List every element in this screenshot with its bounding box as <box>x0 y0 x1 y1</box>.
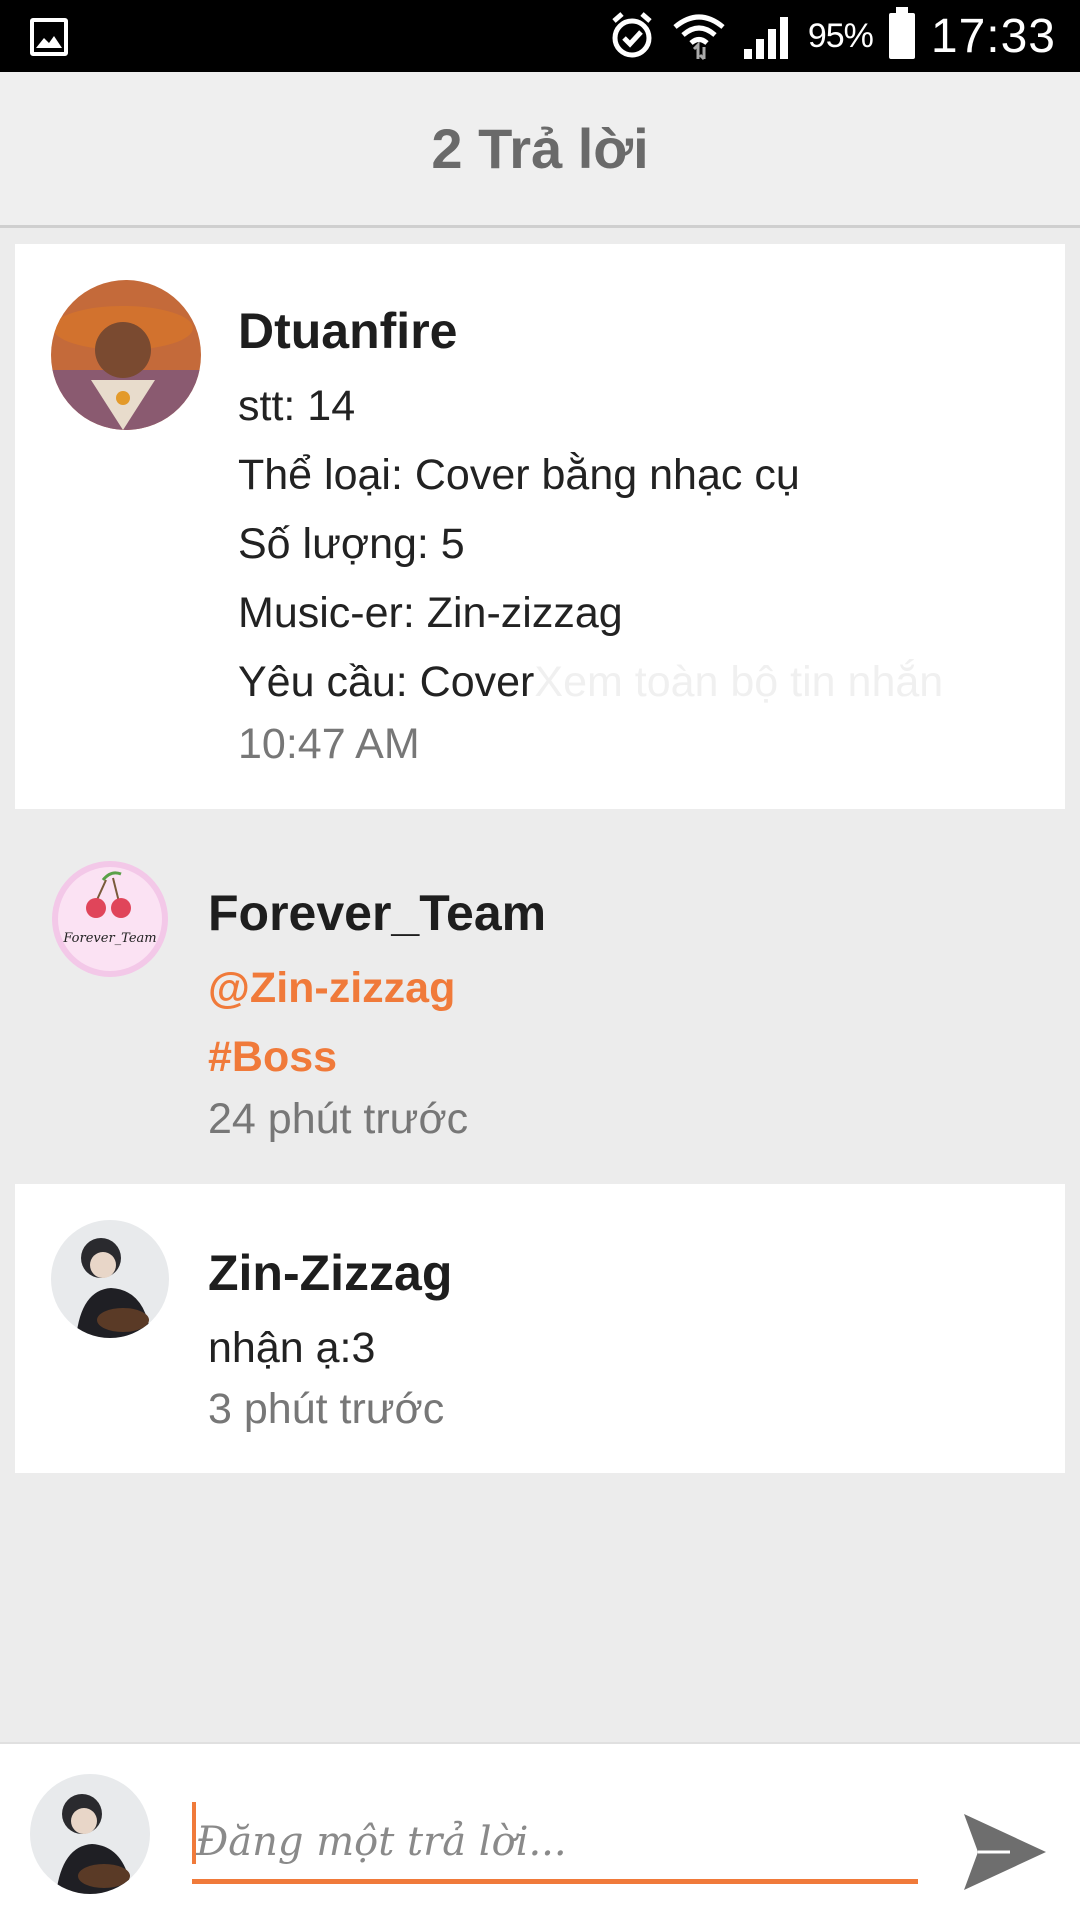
post-author[interactable]: Dtuanfire <box>238 302 457 360</box>
post-line-text: Yêu cầu: Cover <box>238 658 535 706</box>
reply-item: Zin-Zizzag nhận ạ:3 3 phút trước <box>15 1184 1065 1473</box>
avatar[interactable] <box>51 1220 169 1338</box>
send-icon <box>964 1814 1046 1890</box>
avatar-text: Forever_Team <box>62 931 156 946</box>
see-all-link[interactable]: Xem toàn bộ tin nhắn <box>534 658 943 706</box>
signal-icon <box>743 17 788 59</box>
gallery-icon <box>30 18 68 56</box>
mention-link[interactable]: @Zin-zizzag <box>208 964 455 1013</box>
post-line: Music-er: Zin-zizzag <box>238 589 623 637</box>
avatar[interactable] <box>51 280 201 430</box>
original-post: Dtuanfire stt: 14 Thể loại: Cover bằng n… <box>15 244 1065 809</box>
status-bar: 95% 17:33 <box>0 0 1080 72</box>
reply-author[interactable]: Zin-Zizzag <box>208 1244 452 1302</box>
reply-input[interactable] <box>192 1804 918 1884</box>
post-line: Thể loại: Cover bằng nhạc cụ <box>238 451 800 499</box>
reply-composer <box>0 1742 1080 1920</box>
post-line-last: Yêu cầu: CoverXem toàn bộ tin nhắn <box>238 658 943 707</box>
wifi-icon <box>673 14 725 61</box>
battery-percent: 95% <box>807 16 874 55</box>
post-time: 10:47 AM <box>238 720 420 768</box>
current-user-avatar[interactable] <box>30 1774 150 1894</box>
reply-text: nhận ạ:3 <box>208 1324 376 1372</box>
page-title: 2 Trả lời <box>431 117 649 180</box>
clock: 17:33 <box>930 9 1056 63</box>
battery-icon <box>888 7 915 59</box>
hashtag-link[interactable]: #Boss <box>208 1033 337 1082</box>
text-cursor <box>192 1802 196 1864</box>
avatar[interactable]: Forever_Team <box>51 860 169 978</box>
reply-time: 3 phút trước <box>208 1385 445 1433</box>
alarm-icon <box>612 12 652 58</box>
post-line: Số lượng: 5 <box>238 520 465 568</box>
reply-author[interactable]: Forever_Team <box>208 884 546 942</box>
reply-item: Forever_Team Forever_Team @Zin-zizzag #B… <box>15 824 1065 1164</box>
post-line: stt: 14 <box>238 382 356 430</box>
reply-time: 24 phút trước <box>208 1095 469 1143</box>
send-button[interactable] <box>960 1810 1050 1894</box>
header: 2 Trả lời <box>0 72 1080 228</box>
